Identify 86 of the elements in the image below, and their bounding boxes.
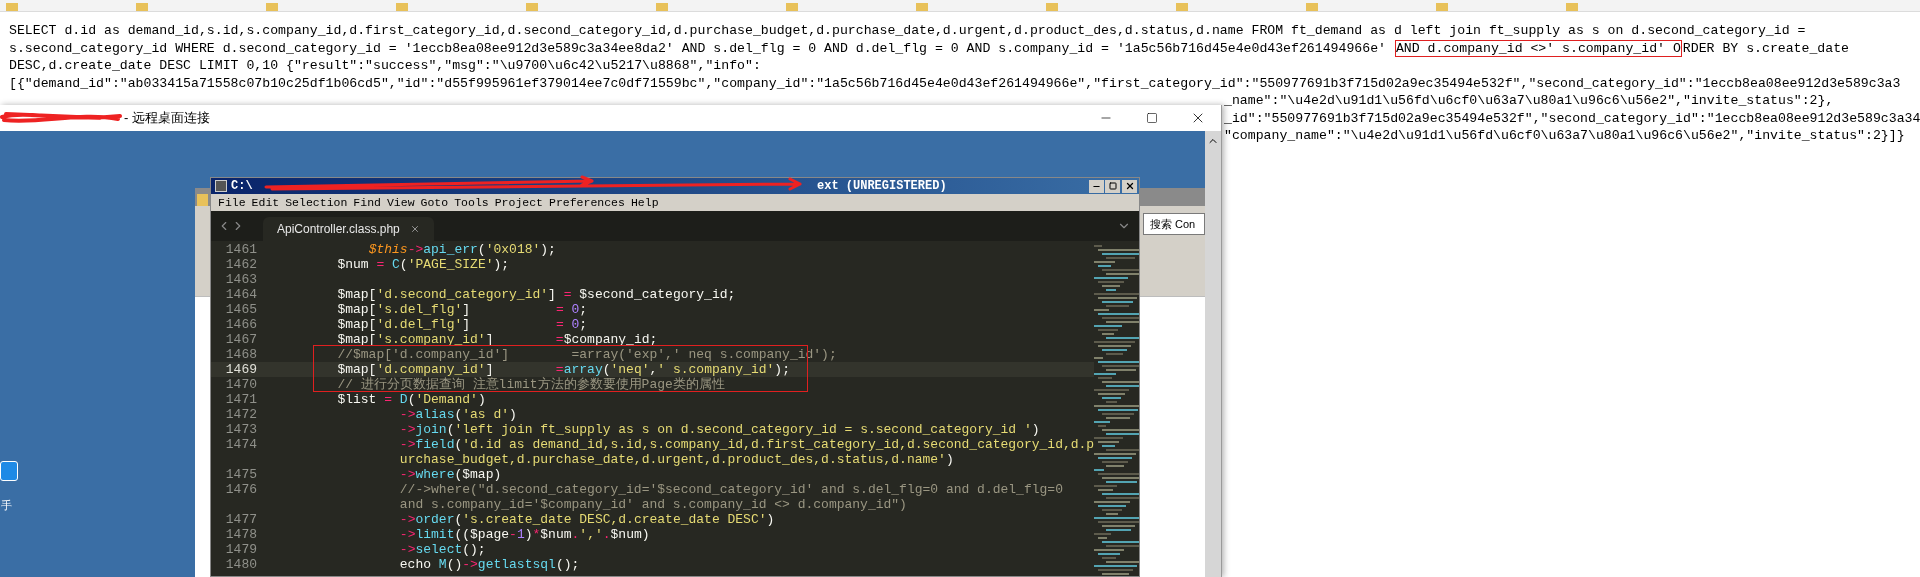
window-title: - 远程桌面连接 <box>124 109 210 128</box>
maximize-icon <box>1146 112 1158 124</box>
line-number: 1461 <box>225 242 257 257</box>
code-line: ->select(); <box>398 542 486 557</box>
line-number: 1474 <box>225 437 257 452</box>
output-text: _name":"\u4e2d\u91d1\u56fd\u6cf0\u63a7\u80a1\u96c6\u56e2","invite_status":2}, <box>1224 93 1834 108</box>
close-tab-icon[interactable] <box>409 224 420 234</box>
maximize-button[interactable] <box>1105 179 1120 193</box>
file-tab[interactable]: ApiController.class.php <box>263 217 434 241</box>
line-number: 1470 <box>225 377 257 392</box>
menu-item[interactable]: Goto <box>417 193 452 212</box>
window-title: C:\ <box>231 178 253 195</box>
menu-item[interactable]: Preferences <box>546 193 628 212</box>
folder-icon[interactable] <box>1046 3 1058 11</box>
output-text: s.second_category_id WHERE d.second_category_id = '1eccb8ea08ee912d3e589c3a34ee8da2' AND s.del_flg = 0 AND d.del_flg = 0 AND s.company_id = '1a5c56b716d45e4e0d43ef261494966e' AND d.company_id <>' s.company_id' ORDER BY s.create_date <box>8 39 1851 57</box>
code-line: ->where($map) <box>398 467 502 482</box>
line-number: 1462 <box>225 257 257 272</box>
folder-icon[interactable] <box>1306 3 1318 11</box>
line-number: 1466 <box>225 317 257 332</box>
line-number: 1473 <box>225 422 257 437</box>
output-text: [{"demand_id":"ab033415a71558c07b10c25df1b06cd5","id":"d55f995961ef379014ee7c0df71559bc","company_id":"1a5c56b716d45e4e0d43ef261494966e","first_category_id":"550977691b3f715d02a9ec35494e532f","second_category_id":"1eccb8ea08ee912d3e589c3a3 <box>8 74 1902 92</box>
folder-icon[interactable] <box>526 3 538 11</box>
code-line: $map['d.company_id'] =array('neq',' s.company_id'); <box>336 362 790 377</box>
code-line: $list = D('Demand') <box>336 392 486 407</box>
menu-item[interactable]: File <box>215 193 249 212</box>
code-line: ->field('d.id as demand_id,s.id,s.company_id,d.first_category_id,d.second_category_id,d.p <box>398 437 1095 452</box>
code-line: $this->api_err('0x018'); <box>367 242 556 257</box>
code-line: ->alias('as d') <box>398 407 517 422</box>
line-number: 1479 <box>225 542 257 557</box>
code-line: urchase_budget,d.purchase_date,d.urgent,d.product_des,d.status,d.name') <box>398 452 954 467</box>
scrollbar[interactable] <box>1205 131 1221 577</box>
menu-item[interactable]: Find <box>350 193 384 212</box>
folder-icon[interactable] <box>396 3 408 11</box>
menu-item[interactable]: Selection <box>282 193 351 212</box>
close-button[interactable] <box>1122 179 1137 193</box>
folder-icon[interactable] <box>786 3 798 11</box>
code-line: $map['d.del_flg'] = 0; <box>336 317 588 332</box>
folder-icon[interactable] <box>1566 3 1578 11</box>
menu-item[interactable]: Edit <box>248 193 283 212</box>
folder-icon[interactable] <box>1436 3 1448 11</box>
menu-item[interactable]: View <box>383 193 418 212</box>
line-number: 1480 <box>225 557 257 572</box>
line-number: 1468 <box>225 347 257 362</box>
line-number: 1463 <box>225 272 257 287</box>
folder-icon <box>197 194 208 206</box>
code-line: ->limit(($page-1)*$num.','.$num) <box>398 527 650 542</box>
folder-icon[interactable] <box>6 3 18 11</box>
line-number: 1465 <box>225 302 257 317</box>
line-number: 1477 <box>225 512 257 527</box>
output-text: DESC,d.create_date DESC LIMIT 0,10 {"result":"success","msg":"\u9700\u6c42\u5217\u8868","info": <box>8 57 762 75</box>
desktop-shortcut-icon[interactable] <box>0 461 18 481</box>
folder-icon[interactable] <box>266 3 278 11</box>
code-line: $map['d.second_category_id'] = $second_category_id; <box>336 287 736 302</box>
line-number: 1476 <box>225 482 257 497</box>
output-text: SELECT d.id as demand_id,s.id,s.company_id,d.first_category_id,d.second_category_id,d.purchase_budget,d.purchase_date,d.urgent,d.product_des,d.status,d.name FROM ft_demand as d left join ft_supply as s on d.second_category_id = <box>8 22 1807 40</box>
code-line: $map['s.del_flg'] = 0; <box>336 302 588 317</box>
output-text: "company_name":"\u4e2d\u91d1\u56fd\u6cf0\u63a7\u80a1\u96c6\u56e2","invite_status":2}]} <box>1224 128 1905 143</box>
maximize-icon <box>1108 182 1117 190</box>
menu-item[interactable]: Help <box>627 193 662 212</box>
menu-item[interactable]: Tools <box>451 193 492 212</box>
line-number: 1469 <box>225 362 257 377</box>
output-text: _id":"550977691b3f715d02a9ec35494e532f","second_category_id":"1eccb8ea08ee912d3e589c3a34 <box>1224 110 1920 126</box>
folder-icon[interactable] <box>1176 3 1188 11</box>
code-line: ->join('left join ft_supply as s on d.second_category_id = s.second_category_id ') <box>398 422 1040 437</box>
line-number: 1467 <box>225 332 257 347</box>
close-icon <box>1124 181 1135 191</box>
window-title: ext (UNREGISTERED) <box>817 178 947 195</box>
folder-icon[interactable] <box>916 3 928 11</box>
code-line: // 进行分页数据查询 注意limit方法的参数要使用Page类的属性 <box>336 377 725 392</box>
desktop-icon-label: 手 <box>1 498 12 513</box>
code-line: echo M()->getlastsql(); <box>398 557 580 572</box>
search-field[interactable]: 搜索 Con <box>1143 213 1205 235</box>
code-line: $num = C('PAGE_SIZE'); <box>336 257 510 272</box>
line-number: 1471 <box>225 392 257 407</box>
code-line: //->where("d.second_category_id='$second_category_id' and s.del_flg=0 and d.del_flg=0 <box>398 482 1063 497</box>
folder-icon[interactable] <box>656 3 668 11</box>
code-line: and s.company_id='$company_id' and s.company_id <> d.company_id") <box>398 497 907 512</box>
menu-item[interactable]: Project <box>491 193 546 212</box>
app-icon <box>215 180 227 192</box>
line-number: 1475 <box>225 467 257 482</box>
minimize-button[interactable] <box>1089 179 1104 193</box>
line-number: 1464 <box>225 287 257 302</box>
line-number: 1472 <box>225 407 257 422</box>
code-line: ->order('s.create_date DESC,d.create_date DESC') <box>398 512 775 527</box>
folder-icon[interactable] <box>136 3 148 11</box>
line-number: 1478 <box>225 527 257 542</box>
